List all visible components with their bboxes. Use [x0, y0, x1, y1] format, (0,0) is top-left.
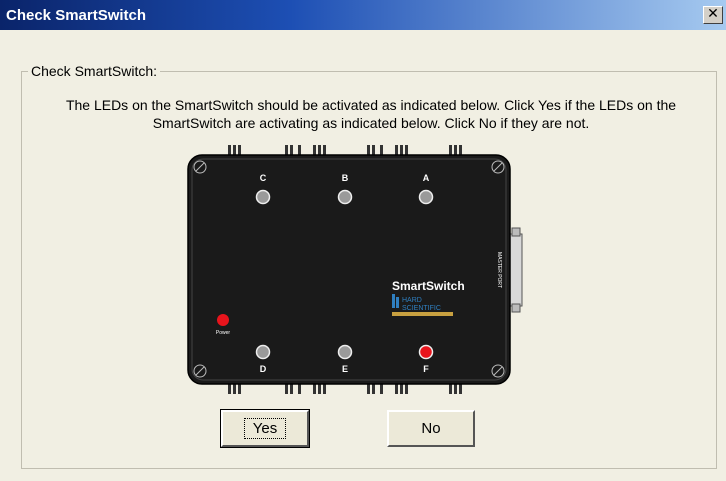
instruction-text: The LEDs on the SmartSwitch should be ac… — [65, 97, 677, 131]
logo-stripe — [392, 312, 453, 316]
led-label-c: C — [260, 173, 267, 183]
device-brand-label: SmartSwitch — [392, 279, 465, 293]
title-bar: Check SmartSwitch ✕ — [0, 0, 726, 30]
led-label-d: D — [260, 364, 267, 374]
logo-line1: HARD — [402, 297, 422, 304]
window-title: Check SmartSwitch — [6, 7, 147, 24]
led-label-a: A — [423, 173, 430, 183]
led-e-icon — [337, 344, 353, 360]
led-label-e: E — [342, 364, 348, 374]
smartswitch-device-image: C B A D E F Power SmartSwitch HARD SCIEN… — [187, 145, 523, 394]
master-port-label: MASTER PORT — [496, 252, 502, 288]
group-box-label: Check SmartSwitch: — [28, 63, 161, 79]
led-b-icon — [337, 189, 353, 205]
no-button[interactable]: No — [387, 410, 475, 447]
led-a-icon — [418, 189, 434, 205]
master-port-connector — [509, 227, 523, 313]
close-icon: ✕ — [707, 6, 719, 22]
bottom-pins — [228, 384, 462, 394]
logo-line2: SCIENTIFIC — [402, 305, 441, 312]
power-led-icon — [217, 314, 229, 326]
led-c-icon — [255, 189, 271, 205]
led-label-b: B — [342, 173, 349, 183]
led-f-icon — [418, 344, 434, 360]
power-label: Power — [216, 330, 231, 336]
yes-button[interactable]: Yes — [220, 409, 310, 448]
led-d-icon — [255, 344, 271, 360]
led-label-f: F — [423, 364, 429, 374]
yes-button-label: Yes — [243, 418, 287, 439]
no-button-label: No — [421, 420, 441, 437]
close-button[interactable]: ✕ — [703, 6, 723, 24]
top-pins — [228, 145, 462, 155]
